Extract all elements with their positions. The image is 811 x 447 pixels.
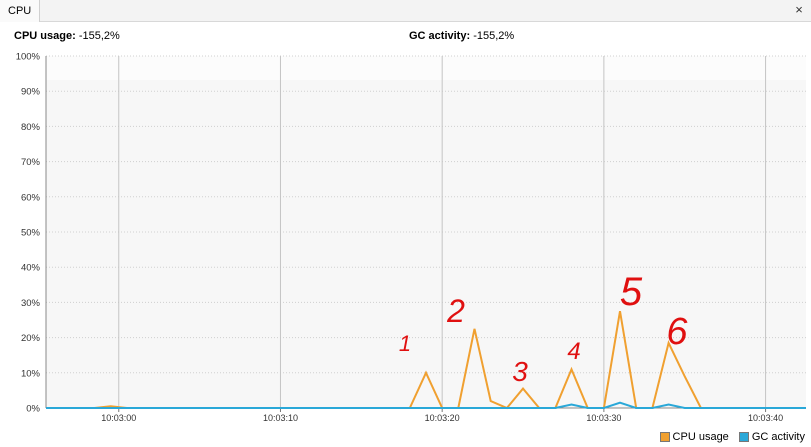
y-tick-label: 100% xyxy=(16,52,41,63)
annotation-mark: 1 xyxy=(399,331,411,356)
annotation-mark: 5 xyxy=(620,270,643,314)
cpu-usage-metric: CPU usage: -155,2% xyxy=(14,30,120,42)
chart-legend: CPU usage GC activity xyxy=(650,430,805,444)
y-tick-label: 20% xyxy=(21,333,41,344)
y-tick-label: 70% xyxy=(21,157,41,168)
y-tick-label: 40% xyxy=(21,263,41,274)
annotation-mark: 3 xyxy=(512,356,528,387)
cpu-usage-value: -155,2% xyxy=(78,30,120,42)
gc-activity-value: -155,2% xyxy=(473,30,515,42)
cpu-chart: 0% 10% 20% 30% 40% 50% 60% 70% 80% 90% 100% 10:03:0… xyxy=(0,52,811,426)
cpu-usage-label: CPU usage: xyxy=(14,30,76,42)
tab-cpu[interactable]: CPU xyxy=(0,0,41,22)
cpu-chart-svg: 0% 10% 20% 30% 40% 50% 60% 70% 80% 90% 100% 10:03:0… xyxy=(16,52,806,423)
gc-activity-metric: GC activity: -155,2% xyxy=(409,30,514,42)
y-tick-label: 90% xyxy=(21,87,41,98)
plot-top-highlight xyxy=(46,56,806,80)
x-tick-label: 10:03:30 xyxy=(586,413,621,423)
y-tick-label: 50% xyxy=(21,228,41,239)
y-tick-label: 30% xyxy=(21,298,41,309)
annotation-mark: 4 xyxy=(567,338,580,365)
legend-item-gc: GC activity xyxy=(738,431,805,443)
cpu-swatch-icon xyxy=(659,432,670,442)
legend-item-cpu: CPU usage xyxy=(659,431,729,443)
x-tick-label: 10:03:20 xyxy=(425,413,460,423)
metrics-bar: CPU usage: -155,2% GC activity: -155,2% xyxy=(0,30,811,48)
x-tick-label: 10:03:00 xyxy=(101,413,136,423)
gc-swatch-icon xyxy=(738,432,749,442)
y-tick-label: 60% xyxy=(21,192,41,203)
y-tick-label: 0% xyxy=(26,404,40,415)
y-tick-label: 80% xyxy=(21,122,41,133)
window-titlebar: CPU × xyxy=(0,0,811,22)
close-icon[interactable]: × xyxy=(791,2,807,18)
y-tick-label: 10% xyxy=(21,368,41,379)
legend-cpu-label: CPU usage xyxy=(672,431,729,443)
annotation-mark: 6 xyxy=(666,311,688,353)
x-tick-label: 10:03:10 xyxy=(263,413,298,423)
annotation-mark: 2 xyxy=(446,293,465,329)
x-tick-label: 10:03:40 xyxy=(748,413,783,423)
legend-gc-label: GC activity xyxy=(751,431,805,443)
gc-activity-label: GC activity: xyxy=(409,30,471,42)
